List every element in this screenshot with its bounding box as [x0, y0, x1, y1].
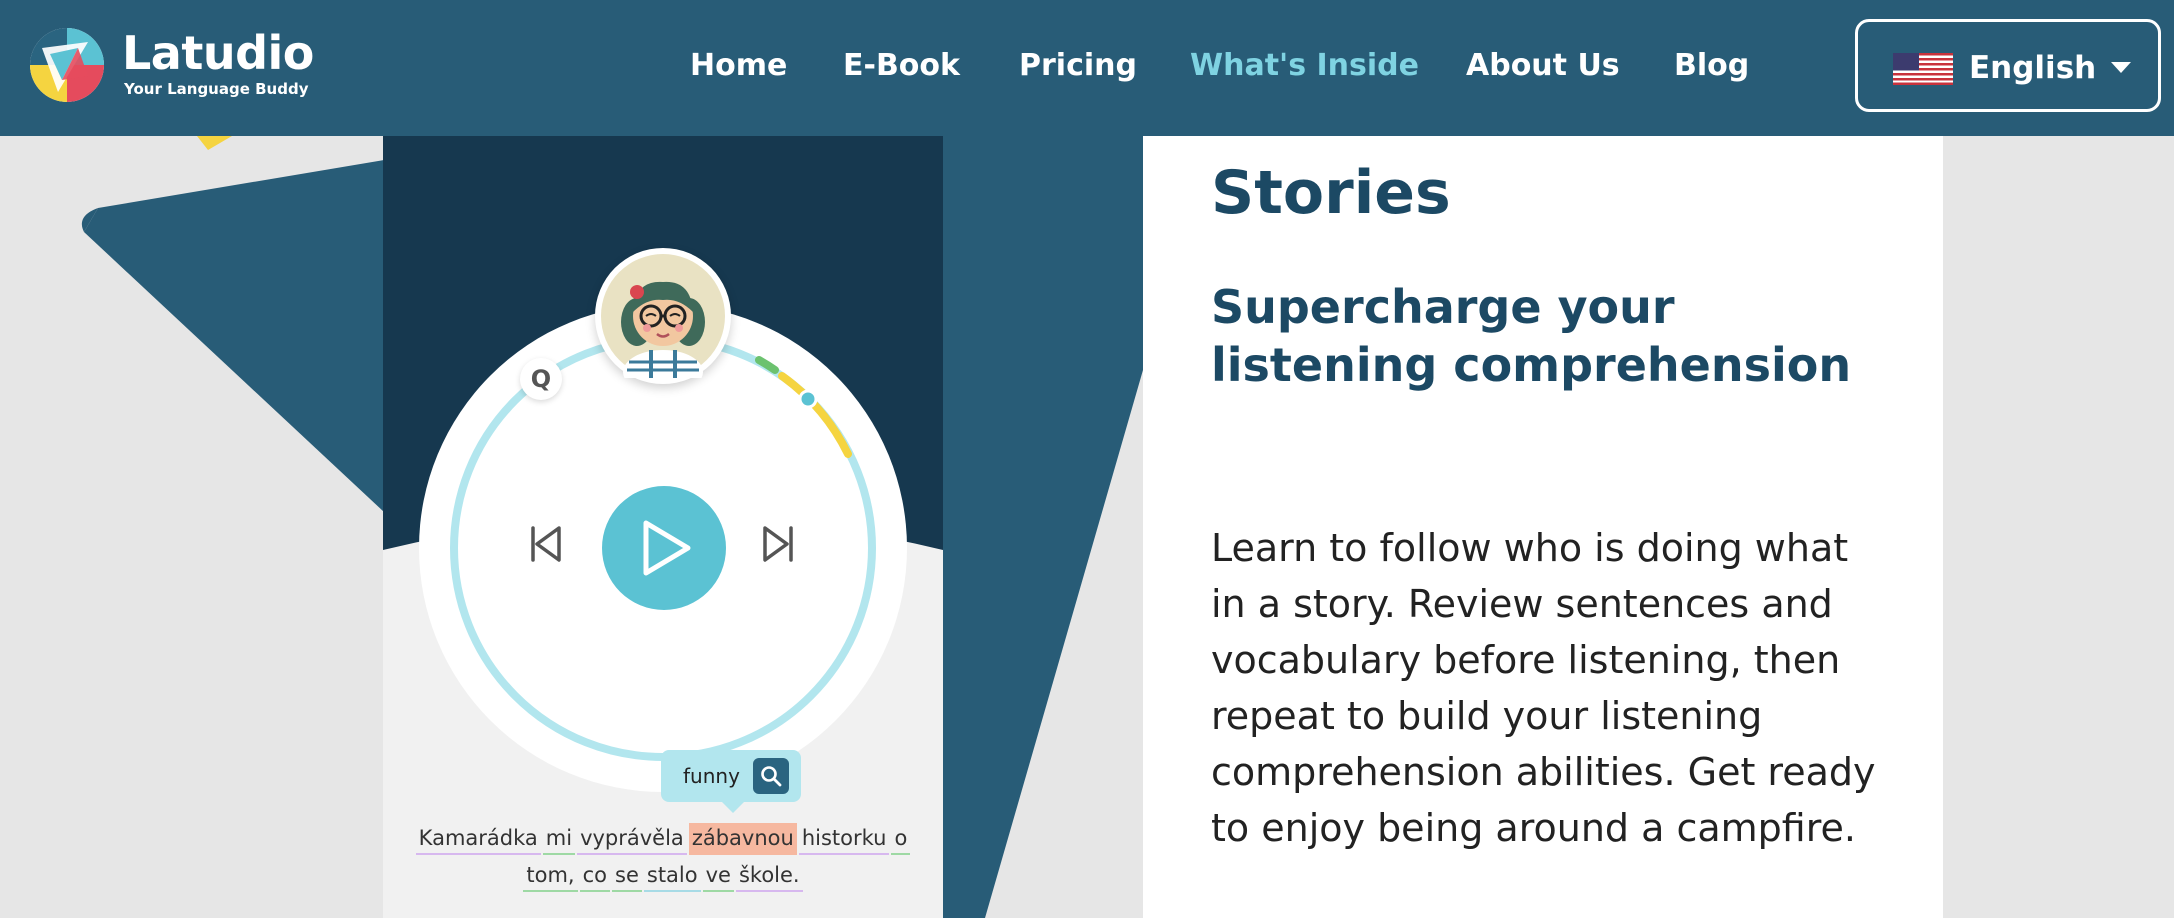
app-player-mockup: Q funny Kamarádka mi vyprávěla zábavnou hist…	[383, 136, 943, 918]
translation-tooltip: funny	[661, 750, 801, 813]
sentence-word[interactable]: vyprávěla	[577, 823, 687, 855]
nav-whats-inside[interactable]: What's Inside	[1190, 44, 1419, 88]
feature-subtitle: Supercharge your listening comprehension	[1211, 280, 1852, 392]
storyteller-avatar-icon	[601, 254, 725, 378]
nav-home[interactable]: Home	[690, 44, 787, 88]
site-header: Latudio Your Language Buddy Home E-Book …	[0, 0, 2174, 136]
sentence-word[interactable]: se	[612, 860, 642, 892]
sentence-word[interactable]: co	[579, 860, 610, 892]
previous-button[interactable]	[529, 524, 563, 564]
quiz-badge[interactable]: Q	[520, 358, 562, 400]
dictionary-search-button[interactable]	[753, 758, 789, 794]
nav-ebook[interactable]: E-Book	[843, 44, 960, 88]
chevron-down-icon	[2111, 62, 2131, 73]
page-title: Stories	[1211, 158, 1451, 228]
us-flag-icon	[1893, 53, 1953, 85]
sentence-word[interactable]: o	[891, 823, 911, 855]
next-button[interactable]	[761, 524, 795, 564]
sentence-word[interactable]: Kamarádka	[415, 823, 541, 855]
nav-pricing[interactable]: Pricing	[1019, 44, 1137, 88]
language-label: English	[1969, 50, 2097, 86]
sentence-word[interactable]: stalo	[643, 860, 701, 892]
sentence-word[interactable]: historku	[798, 823, 890, 855]
sentence-word[interactable]: škole.	[735, 860, 803, 892]
feature-card: Stories Supercharge your listening compr…	[1143, 136, 1943, 918]
nav-about-us[interactable]: About Us	[1466, 44, 1620, 88]
play-button[interactable]	[602, 486, 726, 610]
sentence-word[interactable]: mi	[542, 823, 576, 855]
story-sentence: Kamarádka mi vyprávěla zábavnou historku o to…	[401, 820, 925, 894]
sentence-word[interactable]: ve	[702, 860, 734, 892]
nav-blog[interactable]: Blog	[1674, 44, 1749, 88]
skip-next-icon	[763, 526, 793, 562]
sentence-word[interactable]: tom,	[523, 860, 578, 892]
play-icon	[643, 520, 691, 576]
tooltip-translation: funny	[683, 764, 740, 788]
avatar	[595, 248, 731, 384]
feature-description: Learn to follow who is doing what in a s…	[1211, 526, 1876, 850]
main-nav: Home E-Book Pricing What's Inside About …	[0, 44, 2174, 88]
search-icon	[761, 766, 782, 787]
language-selector[interactable]: English	[1855, 19, 2161, 112]
skip-previous-icon	[531, 526, 561, 562]
highlighted-word[interactable]: zábavnou	[688, 823, 797, 855]
